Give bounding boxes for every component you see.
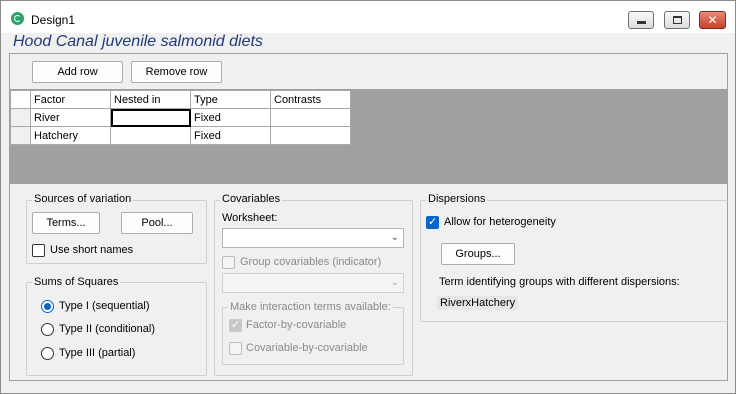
- sources-label: Sources of variation: [32, 193, 134, 205]
- groups-button[interactable]: Groups...: [441, 243, 515, 265]
- maximize-button[interactable]: [664, 11, 690, 29]
- factor-by-covariable-checkbox[interactable]: [229, 318, 242, 332]
- column-header-contrasts[interactable]: Contrasts: [270, 90, 351, 109]
- chevron-down-icon: ⌄: [390, 277, 399, 288]
- sums-label: Sums of Squares: [32, 276, 121, 288]
- column-header-factor[interactable]: Factor: [30, 90, 111, 109]
- row-toolbar: Add row Remove row: [9, 53, 728, 89]
- add-row-button[interactable]: Add row: [32, 61, 123, 83]
- table-row: Hatchery Fixed: [10, 126, 351, 145]
- group-covariables-combo[interactable]: ⌄: [222, 273, 404, 293]
- pool-button[interactable]: Pool...: [121, 212, 193, 234]
- grid-cell-nested-in[interactable]: [110, 126, 191, 145]
- minimize-icon: [637, 21, 646, 24]
- interaction-label: Make interaction terms available:: [228, 301, 393, 313]
- short-names-label: Use short names: [50, 244, 134, 256]
- grid-corner: [10, 90, 31, 109]
- grid-cell-type[interactable]: Fixed: [190, 108, 271, 127]
- grid-cell-factor[interactable]: River: [30, 108, 111, 127]
- group-covariables-checkbox[interactable]: [222, 256, 235, 269]
- heterogeneity-checkbox[interactable]: [426, 215, 439, 229]
- table-row: River Fixed: [10, 108, 351, 127]
- grid-cell-contrasts[interactable]: [270, 108, 351, 127]
- grid-header-row: Factor Nested in Type Contrasts: [10, 90, 351, 109]
- row-header[interactable]: [10, 108, 31, 127]
- grid-cell-nested-in[interactable]: [110, 108, 191, 127]
- type1-label: Type I (sequential): [59, 300, 150, 312]
- close-icon: ✕: [707, 13, 718, 27]
- type3-label: Type III (partial): [59, 347, 136, 359]
- remove-row-button[interactable]: Remove row: [131, 61, 222, 83]
- covariables-label: Covariables: [220, 193, 283, 205]
- factor-grid: Factor Nested in Type Contrasts River Fi…: [10, 90, 351, 145]
- type1-radio[interactable]: [41, 300, 54, 313]
- options-panel: Sources of variation Terms... Pool... Us…: [9, 183, 728, 381]
- column-header-type[interactable]: Type: [190, 90, 271, 109]
- type3-radio[interactable]: [41, 347, 54, 360]
- type2-label: Type II (conditional): [59, 323, 155, 335]
- dispersion-term-label: Term identifying groups with different d…: [439, 276, 680, 288]
- interaction-group: [222, 307, 404, 365]
- design-window: Design1 ✕ Hood Canal juvenile salmonid d…: [0, 0, 736, 394]
- grid-cell-factor[interactable]: Hatchery: [30, 126, 111, 145]
- covariable-by-covariable-label: Covariable-by-covariable: [246, 342, 368, 354]
- window-title: Design1: [31, 13, 76, 27]
- title-bar: Design1 ✕: [1, 1, 735, 33]
- factor-grid-area: Factor Nested in Type Contrasts River Fi…: [9, 89, 728, 183]
- dispersion-term-value: RiverxHatchery: [437, 296, 519, 310]
- app-icon: [11, 12, 24, 25]
- row-header[interactable]: [10, 126, 31, 145]
- minimize-button[interactable]: [628, 11, 654, 29]
- type2-radio[interactable]: [41, 323, 54, 336]
- factor-by-covariable-label: Factor-by-covariable: [246, 319, 347, 331]
- short-names-checkbox[interactable]: [32, 244, 45, 257]
- maximize-icon: [673, 16, 682, 24]
- dispersions-label: Dispersions: [426, 193, 488, 205]
- grid-cell-contrasts[interactable]: [270, 126, 351, 145]
- worksheet-combo[interactable]: ⌄: [222, 228, 404, 248]
- design-heading: Hood Canal juvenile salmonid diets: [13, 33, 263, 50]
- close-button[interactable]: ✕: [699, 11, 726, 29]
- heterogeneity-label: Allow for heterogeneity: [444, 216, 556, 228]
- group-covariables-label: Group covariables (indicator): [240, 256, 382, 268]
- terms-button[interactable]: Terms...: [32, 212, 100, 234]
- worksheet-label: Worksheet:: [222, 212, 278, 224]
- covariable-by-covariable-checkbox[interactable]: [229, 342, 242, 355]
- column-header-nested-in[interactable]: Nested in: [110, 90, 191, 109]
- grid-cell-type[interactable]: Fixed: [190, 126, 271, 145]
- chevron-down-icon: ⌄: [390, 232, 399, 243]
